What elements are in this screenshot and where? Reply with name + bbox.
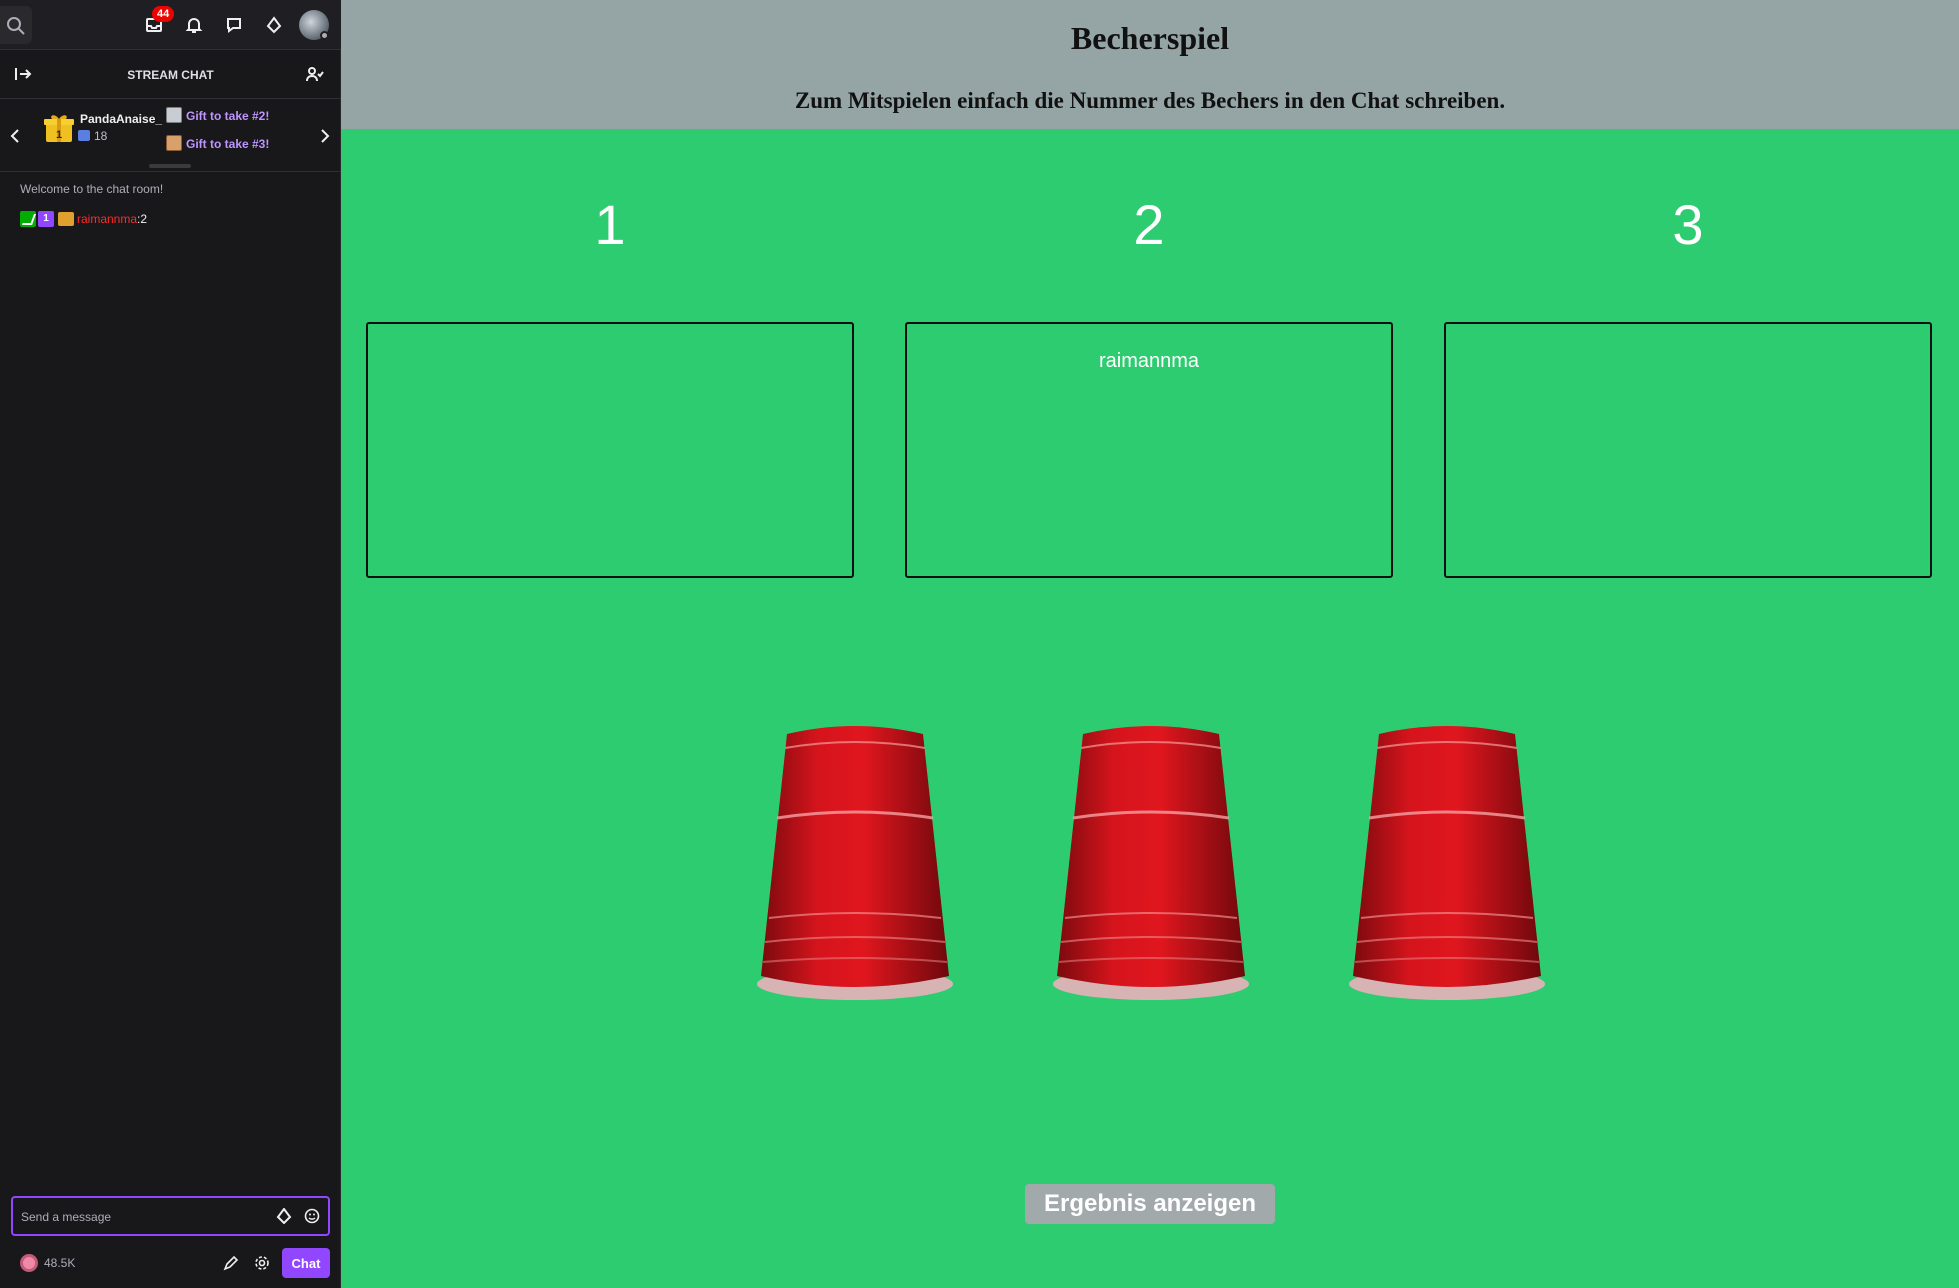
pen-icon	[223, 1255, 239, 1271]
cup-game-canvas: Becherspiel Zum Mitspielen einfach die N…	[341, 0, 1959, 1288]
chevron-right-icon	[321, 129, 330, 143]
chat-sidebar: 44 STREAM CHAT 1 PandaAnaise_ 18 Gift to…	[0, 0, 341, 1288]
game-title: Becherspiel	[1070, 20, 1230, 56]
bits-icon	[276, 1208, 292, 1224]
guess-box-players: raimannma	[1098, 350, 1200, 372]
guess-box-3	[1444, 322, 1932, 578]
chat-bottom-bar: 48.5K Chat	[0, 1246, 341, 1280]
subscriber-badge-icon: 1	[38, 211, 54, 227]
next-arrow-button[interactable]	[317, 124, 333, 148]
gifter-name[interactable]: PandaAnaise_	[80, 112, 162, 126]
gift-take-2-label: Gift to take #2!	[186, 109, 270, 123]
chat-input-box	[11, 1196, 330, 1236]
bronze-gift-icon	[166, 135, 182, 151]
gift-small-icon	[78, 130, 90, 141]
channel-points-value: 48.5K	[44, 1256, 76, 1270]
gift-badge-icon	[58, 212, 74, 226]
prediction-badge-icon	[20, 211, 36, 227]
search-icon	[7, 17, 25, 35]
inbox-count-badge: 44	[152, 6, 175, 22]
cup-number-2: 2	[1133, 193, 1165, 256]
chat-settings-button[interactable]	[253, 1254, 271, 1272]
users-icon	[306, 67, 324, 82]
gift-count: 18	[78, 129, 107, 143]
bits-button[interactable]	[261, 12, 287, 38]
welcome-message: Welcome to the chat room!	[20, 182, 164, 196]
gift-scroll-indicator	[149, 164, 191, 168]
show-result-button[interactable]: Ergebnis anzeigen	[1025, 1184, 1275, 1224]
chat-header: STREAM CHAT	[0, 51, 341, 99]
message-text: 2	[140, 212, 148, 226]
guess-box-1	[366, 322, 854, 578]
red-cup-1	[757, 726, 953, 1000]
cup-number-3: 3	[1672, 193, 1704, 256]
red-cup-2	[1053, 726, 1249, 1000]
bell-icon	[185, 18, 203, 33]
chevron-left-icon	[10, 129, 19, 143]
pen-button[interactable]	[222, 1254, 240, 1272]
chat-message: 1 raimannma: 2	[20, 211, 147, 227]
game-instruction: Zum Mitspielen einfach die Nummer des Be…	[794, 88, 1506, 113]
community-button[interactable]	[302, 61, 328, 87]
gift-leaderboard: 1 PandaAnaise_ 18 Gift to take #2! Gift …	[0, 100, 341, 172]
red-cup-3	[1349, 726, 1545, 1000]
send-chat-button[interactable]: Chat	[282, 1248, 330, 1278]
gift-take-2[interactable]: Gift to take #2!	[166, 107, 269, 123]
whisper-icon	[227, 18, 241, 33]
channel-points-icon[interactable]	[20, 1254, 38, 1272]
top-nav-bar: 44	[0, 0, 341, 50]
gift-count-value: 18	[94, 129, 108, 143]
gift-icon: 1	[44, 112, 74, 144]
smiley-icon	[304, 1208, 320, 1224]
prev-arrow-button[interactable]	[7, 124, 23, 148]
game-header: Becherspiel Zum Mitspielen einfach die N…	[341, 0, 1959, 129]
gift-take-3[interactable]: Gift to take #3!	[166, 135, 269, 151]
chat-title: STREAM CHAT	[127, 68, 214, 82]
guess-box-2: raimannma	[905, 322, 1393, 578]
whispers-button[interactable]	[221, 12, 247, 38]
message-username[interactable]: raimannma	[77, 212, 137, 226]
status-dot	[320, 31, 329, 40]
gift-tier-number: 1	[56, 129, 62, 141]
emote-picker-button[interactable]	[303, 1207, 321, 1225]
chat-input[interactable]	[21, 1207, 261, 1227]
cup-number-1: 1	[594, 193, 626, 256]
gear-icon	[255, 1256, 269, 1270]
notifications-button[interactable]	[181, 12, 207, 38]
silver-gift-icon	[166, 107, 182, 123]
bits-icon	[266, 16, 282, 34]
gift-take-3-label: Gift to take #3!	[186, 137, 270, 151]
search-button[interactable]	[0, 6, 32, 44]
bits-cheer-button[interactable]	[275, 1207, 293, 1225]
